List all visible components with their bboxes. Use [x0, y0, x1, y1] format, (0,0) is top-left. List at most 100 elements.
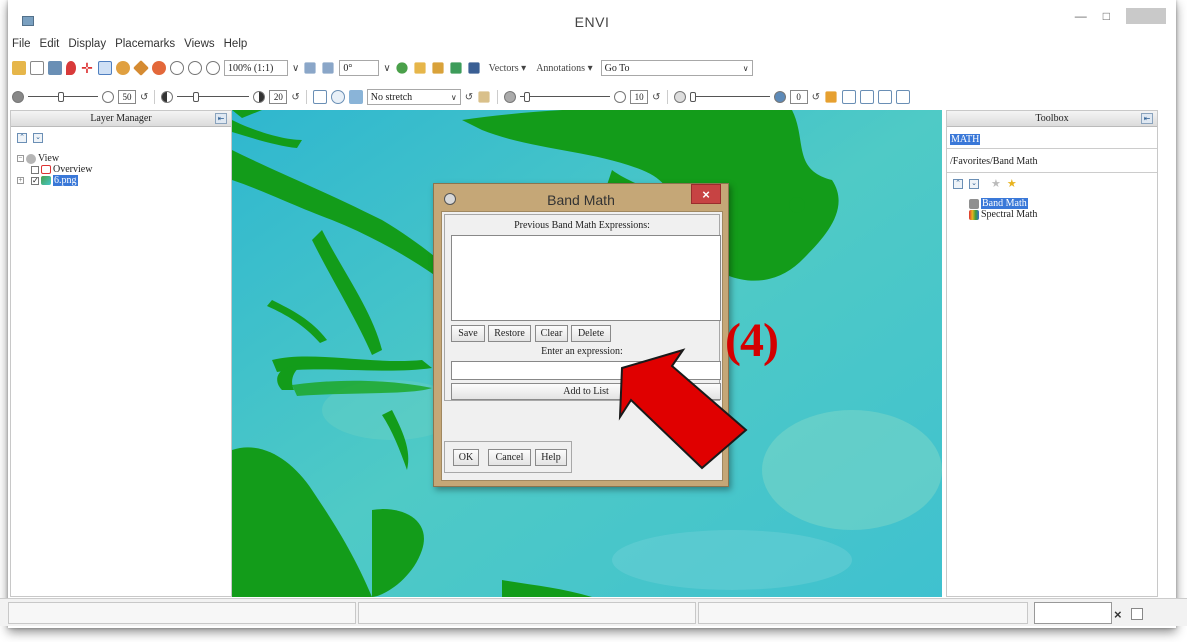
crosshair-icon[interactable]: ✛ — [80, 61, 94, 75]
delete-button[interactable]: Delete — [571, 325, 611, 342]
pin-panel-icon[interactable]: ⇤ — [1141, 113, 1153, 124]
filter-icon[interactable] — [478, 91, 490, 103]
contrast-reset-icon[interactable]: ↺ — [291, 92, 299, 103]
status-close-icon[interactable]: × — [1114, 607, 1122, 622]
ok-button[interactable]: OK — [453, 449, 479, 466]
dialog-body: Previous Band Math Expressions: Save Res… — [441, 211, 723, 481]
histogram-icon[interactable] — [348, 90, 363, 104]
checkbox[interactable] — [31, 165, 39, 174]
dialog-titlebar[interactable]: Band Math × — [434, 184, 728, 212]
clear-button[interactable]: Clear — [535, 325, 568, 342]
cancel-button[interactable]: Cancel — [488, 449, 531, 466]
globe-icon[interactable] — [396, 62, 408, 74]
add-to-list-button[interactable]: Add to List — [451, 383, 721, 400]
fly-icon[interactable] — [133, 60, 149, 76]
help-button[interactable]: Help — [535, 449, 567, 466]
minimize-icon[interactable]: — — [1075, 9, 1087, 23]
portal-icon[interactable] — [825, 91, 837, 103]
toolbox-search-input[interactable]: MATH — [947, 132, 1157, 149]
wand-icon[interactable] — [414, 62, 426, 74]
zoom-dropdown-icon[interactable]: ∨ — [292, 63, 299, 74]
transparency-slider[interactable] — [689, 90, 770, 104]
placemark-icon[interactable] — [66, 61, 76, 75]
expander-icon[interactable]: − — [17, 155, 24, 162]
band-icon[interactable] — [468, 62, 480, 74]
tree-item-view[interactable]: − View — [17, 153, 92, 164]
chart-icon[interactable] — [450, 62, 462, 74]
favorite-off-icon[interactable]: ★ — [991, 179, 1001, 190]
search-value: MATH — [950, 134, 981, 145]
contrast-slider[interactable] — [177, 90, 250, 104]
rotation-combo[interactable]: 0° — [339, 60, 380, 76]
pin-panel-icon[interactable]: ⇤ — [215, 113, 227, 124]
rotate-left-icon[interactable] — [304, 62, 316, 74]
toolbox-item-label: Band Math — [981, 198, 1028, 209]
collapse-all-icon[interactable]: ⌃ — [17, 133, 27, 143]
view-layout-icon[interactable] — [841, 90, 856, 104]
transparency-reset-icon[interactable]: ↺ — [812, 92, 820, 103]
status-toggle-icon[interactable] — [1131, 608, 1143, 620]
status-input[interactable] — [1034, 602, 1112, 624]
view-link-icon[interactable] — [895, 90, 910, 104]
tree-item-image[interactable]: + ✓ 6.png — [17, 175, 92, 186]
zoom-fixed-icon[interactable] — [206, 61, 220, 75]
stretch-combo[interactable]: No stretch ∨ — [366, 89, 461, 105]
save-button[interactable]: Save — [451, 325, 485, 342]
profile-icon[interactable] — [432, 62, 444, 74]
rotate-icon[interactable] — [152, 61, 166, 75]
favorite-on-icon[interactable]: ★ — [1007, 179, 1017, 190]
menu-views[interactable]: Views — [184, 38, 214, 54]
expand-all-icon[interactable]: ⌄ — [33, 133, 43, 143]
goto-combo[interactable]: Go To ∨ — [600, 60, 753, 76]
previous-expressions-label: Previous Band Math Expressions: — [514, 220, 650, 231]
maximize-icon[interactable]: □ — [1103, 9, 1110, 23]
view-grid-icon[interactable] — [877, 90, 892, 104]
stretch-reset-icon[interactable]: ↺ — [465, 92, 473, 103]
open-file-icon[interactable] — [12, 61, 26, 75]
dialog-close-button[interactable]: × — [691, 184, 721, 204]
toolbox-item-band-math[interactable]: Band Math — [969, 198, 1037, 209]
contrast-value[interactable]: 20 — [269, 90, 288, 104]
vectors-menu[interactable]: Vectors ▾ — [489, 63, 527, 74]
rotate-right-icon[interactable] — [322, 62, 334, 74]
layer-icon[interactable] — [48, 61, 62, 75]
checkbox[interactable]: ✓ — [31, 176, 39, 185]
expander-icon[interactable]: + — [17, 177, 24, 184]
toolbox-path: /Favorites/Band Math — [947, 153, 1157, 173]
view-split-icon[interactable] — [859, 90, 874, 104]
menu-help[interactable]: Help — [224, 38, 248, 54]
previous-expressions-list[interactable] — [451, 235, 721, 321]
select-icon[interactable] — [98, 61, 112, 75]
sharpen-value[interactable]: 10 — [630, 90, 649, 104]
stretch-icon[interactable] — [312, 90, 327, 104]
zoom-out-icon[interactable] — [188, 61, 202, 75]
sharpen-reset-icon[interactable]: ↺ — [652, 92, 660, 103]
brightness-slider[interactable] — [28, 90, 98, 104]
menu-edit[interactable]: Edit — [40, 38, 60, 54]
toolbox-header: Toolbox ⇤ — [947, 111, 1157, 127]
pan-icon[interactable] — [116, 61, 130, 75]
collapse-all-icon[interactable]: ⌃ — [953, 179, 963, 189]
annotations-menu[interactable]: Annotations ▾ — [536, 63, 592, 74]
menu-file[interactable]: File — [12, 38, 31, 54]
expression-input[interactable] — [451, 361, 721, 380]
menu-display[interactable]: Display — [68, 38, 106, 54]
data-manager-icon[interactable] — [30, 61, 44, 75]
sharpen-slider[interactable] — [520, 90, 611, 104]
brightness-reset-icon[interactable]: ↺ — [140, 92, 148, 103]
zoom-combo[interactable]: 100% (1:1) — [224, 60, 288, 76]
transparency-value[interactable]: 0 — [789, 90, 808, 104]
menu-placemarks[interactable]: Placemarks — [115, 38, 175, 54]
restore-button[interactable]: Restore — [488, 325, 531, 342]
zoom-in-icon[interactable] — [170, 61, 184, 75]
toolbox-item-spectral-math[interactable]: Spectral Math — [969, 209, 1037, 220]
dialog-title: Band Math — [547, 192, 615, 208]
tree-item-overview[interactable]: Overview — [17, 164, 92, 175]
rotation-dropdown-icon[interactable]: ∨ — [383, 63, 390, 74]
toolbar-separator — [497, 90, 499, 104]
transparency-icon — [673, 91, 686, 103]
brightness-value[interactable]: 50 — [118, 90, 136, 104]
expand-all-icon[interactable]: ⌄ — [969, 179, 979, 189]
region-stretch-icon[interactable] — [330, 90, 345, 104]
close-window-button[interactable] — [1126, 8, 1166, 24]
